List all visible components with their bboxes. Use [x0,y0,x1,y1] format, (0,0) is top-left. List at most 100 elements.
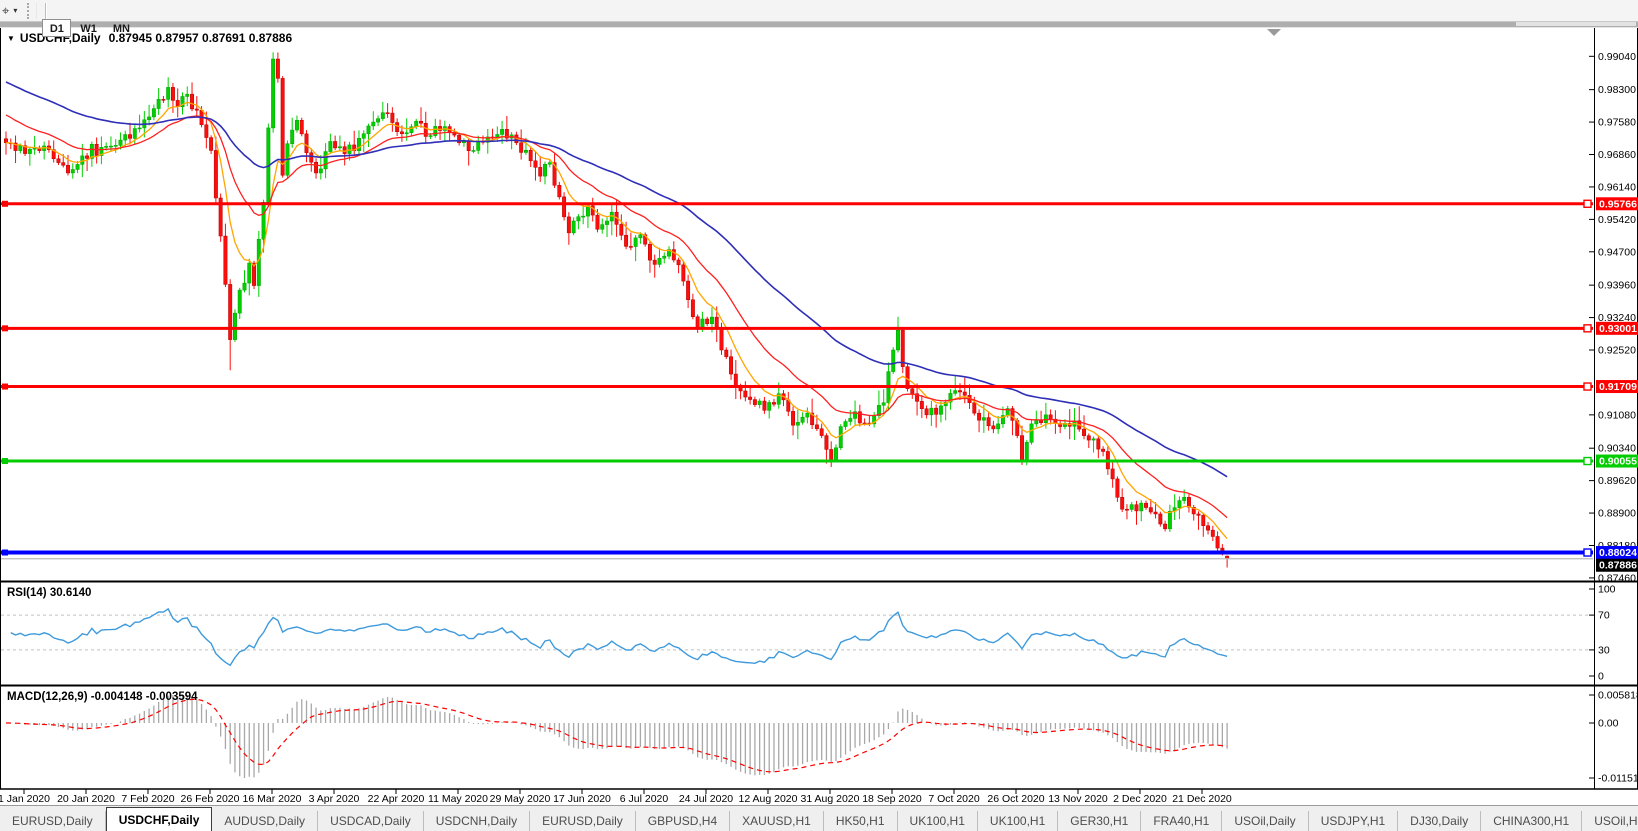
svg-text:0.88024: 0.88024 [1599,547,1637,559]
chart-canvas[interactable]: 0.99040 0.98300 0.97580 0.96860 0.96140 0.954… [0,0,1638,831]
svg-text:0.94700: 0.94700 [1598,246,1636,258]
svg-text:0.93001: 0.93001 [1599,323,1637,335]
svg-text:21 Dec 2020: 21 Dec 2020 [1172,793,1232,805]
price-label-0.88024: 0.88024 [1596,546,1638,560]
chart-tab-DJ30-Daily[interactable]: DJ30,Daily [1398,811,1482,831]
svg-text:0: 0 [1598,671,1604,683]
price-label-0.93001: 0.93001 [1596,321,1638,335]
svg-text:17 Jun 2020: 17 Jun 2020 [553,793,611,805]
timeframe-button-D1[interactable]: D1 [42,18,72,37]
svg-text:0.95420: 0.95420 [1598,214,1636,226]
timeframe-button-M1[interactable]: M1 [42,0,71,3]
svg-text:0.91709: 0.91709 [1599,381,1637,393]
svg-text:0.95766: 0.95766 [1599,198,1637,210]
svg-text:22 Apr 2020: 22 Apr 2020 [368,793,425,805]
svg-text:0.005818: 0.005818 [1598,690,1638,702]
svg-text:0.87886: 0.87886 [1599,560,1637,572]
svg-text:16 Mar 2020: 16 Mar 2020 [243,793,302,805]
svg-text:26 Feb 2020: 26 Feb 2020 [181,793,240,805]
price-label-0.95766: 0.95766 [1596,197,1638,211]
rsi-value: 30.6140 [49,587,92,599]
svg-text:3 Apr 2020: 3 Apr 2020 [309,793,360,805]
svg-text:30: 30 [1598,644,1610,656]
svg-text:1 Jan 2020: 1 Jan 2020 [0,793,50,805]
chart-tab-XAUUSD-H1[interactable]: XAUUSD,H1 [730,811,824,831]
price-label-0.91709: 0.91709 [1596,380,1638,394]
macd-value: -0.004148 [90,691,143,703]
chart-tab-USDCHF-Daily[interactable]: USDCHF,Daily [105,807,213,831]
chart-tab-USDCNH-Daily[interactable]: USDCNH,Daily [424,811,531,831]
chart-tab-GBPUSD-H4[interactable]: GBPUSD,H4 [636,811,731,831]
svg-text:12 Aug 2020: 12 Aug 2020 [739,793,798,805]
svg-text:70: 70 [1598,610,1610,622]
svg-text:7 Feb 2020: 7 Feb 2020 [121,793,174,805]
svg-text:0.92520: 0.92520 [1598,345,1636,357]
toolbar-separator [45,2,47,19]
chart-tab-EURUSD-Daily[interactable]: EURUSD,Daily [530,811,636,831]
svg-text:0.91080: 0.91080 [1598,409,1636,421]
svg-text:0.00: 0.00 [1598,718,1619,730]
chart-tab-USDCAD-Daily[interactable]: USDCAD,Daily [318,811,424,831]
application-window: ⌖ ▾ M1M5M15M30H1H4D1W1MN ▼USDCHF,Daily0.… [0,0,1638,831]
chart-tab-USOil-Daily[interactable]: USOil,Daily [1222,811,1309,831]
svg-text:-0.011514: -0.011514 [1598,773,1638,785]
svg-text:0.90340: 0.90340 [1598,443,1636,455]
chart-tab-bar: EURUSD,Daily USDCHF,Daily AUDUSD,Daily USDC… [0,805,1638,831]
chart-menu-icon[interactable]: ▼ [7,34,15,43]
svg-text:24 Jul 2020: 24 Jul 2020 [679,793,733,805]
svg-text:6 Jul 2020: 6 Jul 2020 [620,793,669,805]
timeframe-button-M15[interactable]: M15 [105,0,140,3]
timeframe-button-H4[interactable]: H4 [211,0,240,3]
svg-text:13 Nov 2020: 13 Nov 2020 [1048,793,1108,805]
chart-tab-CHINA300-H1[interactable]: CHINA300,H1 [1481,811,1583,831]
chart-tab-HK50-H1[interactable]: HK50,H1 [824,811,898,831]
svg-text:2 Dec 2020: 2 Dec 2020 [1113,793,1167,805]
chart-tab-USOil-H1[interactable]: USOil,H1 [1582,811,1638,831]
svg-text:11 May 2020: 11 May 2020 [428,793,488,805]
svg-text:20 Jan 2020: 20 Jan 2020 [57,793,115,805]
svg-text:0.98300: 0.98300 [1598,84,1636,96]
timeframe-buttons: M1M5M15M30H1H4 D1W1MN [41,0,240,37]
svg-text:100: 100 [1598,584,1616,596]
timeframe-button-MN[interactable]: MN [106,19,137,37]
crosshair-tool-button[interactable]: ⌖ ▾ [0,1,23,20]
svg-text:29 May 2020: 29 May 2020 [490,793,551,805]
chart-tab-AUDUSD-Daily[interactable]: AUDUSD,Daily [212,811,319,831]
svg-text:0.99040: 0.99040 [1598,51,1636,63]
chart-tab-GER30-H1[interactable]: GER30,H1 [1058,811,1142,831]
svg-text:26 Oct 2020: 26 Oct 2020 [987,793,1044,805]
chart-tab-EURUSD-Daily[interactable]: EURUSD,Daily [0,811,106,831]
rsi-name: RSI(14) [7,587,47,599]
rsi-pane[interactable] [1,583,1593,684]
svg-text:18 Sep 2020: 18 Sep 2020 [862,793,922,805]
toolbar: ⌖ ▾ M1M5M15M30H1H4 D1W1MN [0,0,1638,37]
svg-text:0.97580: 0.97580 [1598,117,1636,129]
timeframe-button-H1[interactable]: H1 [180,0,209,3]
svg-text:0.89620: 0.89620 [1598,475,1636,487]
svg-text:0.88900: 0.88900 [1598,508,1636,520]
timeframe-button-M5[interactable]: M5 [74,0,103,3]
toolbar-grip [27,2,38,19]
macd-name: MACD(12,26,9) [7,691,88,703]
scrollbar-thumb[interactable] [1516,22,1636,26]
timeframe-button-W1[interactable]: W1 [73,19,104,37]
macd-indicator-label: MACD(12,26,9) -0.004148 -0.003594 [7,691,198,703]
svg-text:0.96140: 0.96140 [1598,181,1636,193]
chevron-down-icon[interactable]: ▾ [13,6,17,15]
svg-text:0.93960: 0.93960 [1598,280,1636,292]
crosshair-tool-icon: ⌖ [2,2,10,18]
chart-tab-FRA40-H1[interactable]: FRA40,H1 [1141,811,1223,831]
svg-text:0.96860: 0.96860 [1598,149,1636,161]
rsi-indicator-label: RSI(14) 30.6140 [7,587,91,599]
timeframe-button-M30[interactable]: M30 [142,0,177,3]
price-label-0.87886: 0.87886 [1596,558,1638,572]
svg-text:0.90055: 0.90055 [1599,456,1637,468]
price-label-0.90055: 0.90055 [1596,454,1638,468]
svg-text:31 Aug 2020: 31 Aug 2020 [801,793,860,805]
chart-horizontal-scrollbar[interactable] [0,21,1638,28]
svg-text:7 Oct 2020: 7 Oct 2020 [928,793,980,805]
chart-tab-UK100-H1[interactable]: UK100,H1 [898,811,978,831]
macd-signal-value: -0.003594 [145,691,198,703]
chart-tab-UK100-H1[interactable]: UK100,H1 [978,811,1059,831]
chart-tab-USDJPY-H1[interactable]: USDJPY,H1 [1309,811,1399,831]
